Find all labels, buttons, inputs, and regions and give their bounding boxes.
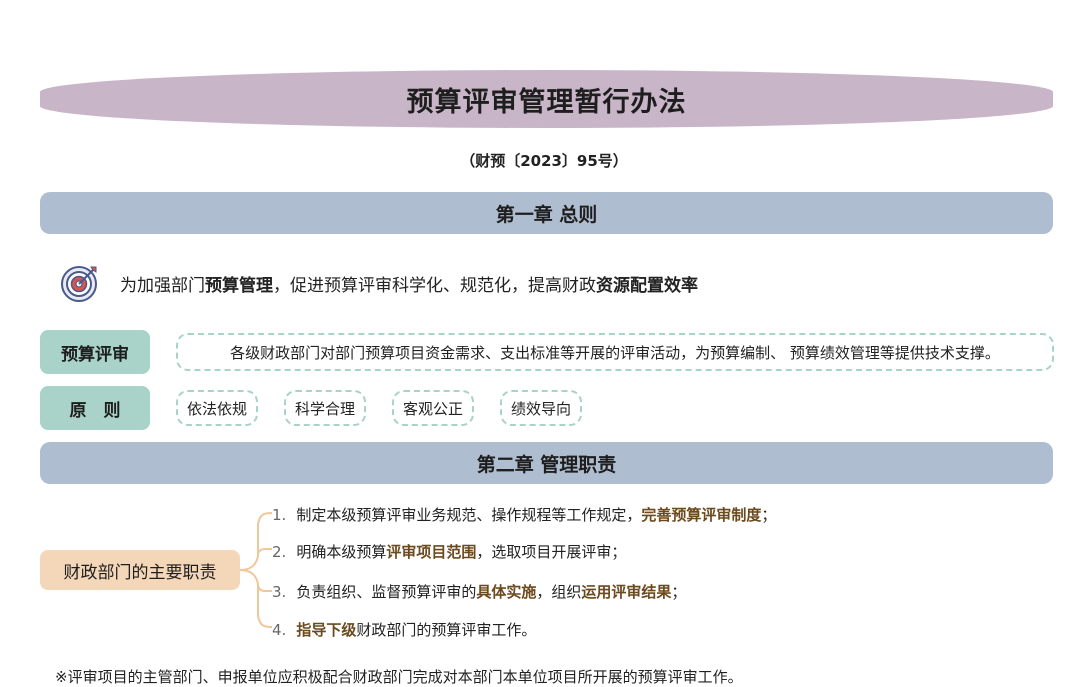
chapter-2-heading: 第二章 管理职责	[40, 442, 1053, 484]
duty-item-2: 2. 明确本级预算评审项目范围，选取项目开展评审；	[272, 541, 626, 562]
principle-item: 科学合理	[284, 390, 366, 426]
duty-text: ；	[671, 583, 687, 601]
definition-box: 各级财政部门对部门预算项目资金需求、支出标准等开展的评审活动，为预算编制、 预算…	[176, 333, 1054, 371]
definition-label: 预算评审	[40, 330, 150, 374]
duty-text: 明确本级预算	[296, 543, 387, 561]
definition-text: 各级财政部门对部门预算项目资金需求、支出标准等开展的评审活动，为预算编制、 预算…	[230, 343, 1000, 362]
duty-text: ，选取项目开展评审；	[476, 543, 627, 561]
duty-text-bold: 具体实施	[476, 583, 537, 601]
footnote: ※评审项目的主管部门、申报单位应积极配合财政部门完成对本部门本单位项目所开展的预…	[55, 668, 743, 686]
duty-text: 制定本级预算评审业务规范、操作规程等工作规定，	[296, 506, 642, 524]
duty-number: 2.	[272, 543, 287, 561]
principle-item: 绩效导向	[500, 390, 582, 426]
principles-label: 原 则	[40, 386, 150, 430]
duty-text: 负责组织、监督预算评审的	[296, 583, 477, 601]
duty-label: 财政部门的主要职责	[40, 550, 240, 590]
document-title: 预算评审管理暂行办法	[406, 86, 687, 118]
duty-number: 3.	[272, 583, 287, 601]
duty-text-bold: 指导下级	[296, 621, 357, 639]
duty-text-bold: 评审项目范围	[386, 543, 477, 561]
intro-text-4: 资源配置效率	[596, 276, 698, 296]
duty-text-bold: 完善预算评审制度	[641, 506, 762, 524]
duty-item-3: 3. 负责组织、监督预算评审的具体实施，组织运用评审结果；	[272, 581, 686, 602]
title-banner: 预算评审管理暂行办法	[40, 70, 1053, 128]
duty-number: 1.	[272, 506, 287, 524]
principle-item: 依法依规	[176, 390, 258, 426]
document-number: （财预〔2023〕95号）	[460, 152, 628, 170]
duty-text-bold: 运用评审结果	[581, 583, 672, 601]
duty-number: 4.	[272, 621, 287, 639]
duty-text: 财政部门的预算评审工作。	[356, 621, 537, 639]
intro-text-3: ，促进预算评审科学化、规范化，提高财政	[273, 276, 596, 296]
duty-item-1: 1. 制定本级预算评审业务规范、操作规程等工作规定，完善预算评审制度；	[272, 504, 776, 525]
target-icon	[61, 266, 97, 302]
duty-text: ，组织	[536, 583, 582, 601]
principle-item: 客观公正	[392, 390, 474, 426]
chapter-1-heading: 第一章 总则	[40, 192, 1053, 234]
duty-text: ；	[761, 506, 777, 524]
intro-statement: 为加强部门预算管理，促进预算评审科学化、规范化，提高财政资源配置效率	[120, 271, 698, 296]
intro-text-2: 预算管理	[205, 276, 273, 296]
intro-text-1: 为加强部门	[120, 276, 205, 296]
duty-item-4: 4. 指导下级财政部门的预算评审工作。	[272, 619, 536, 640]
